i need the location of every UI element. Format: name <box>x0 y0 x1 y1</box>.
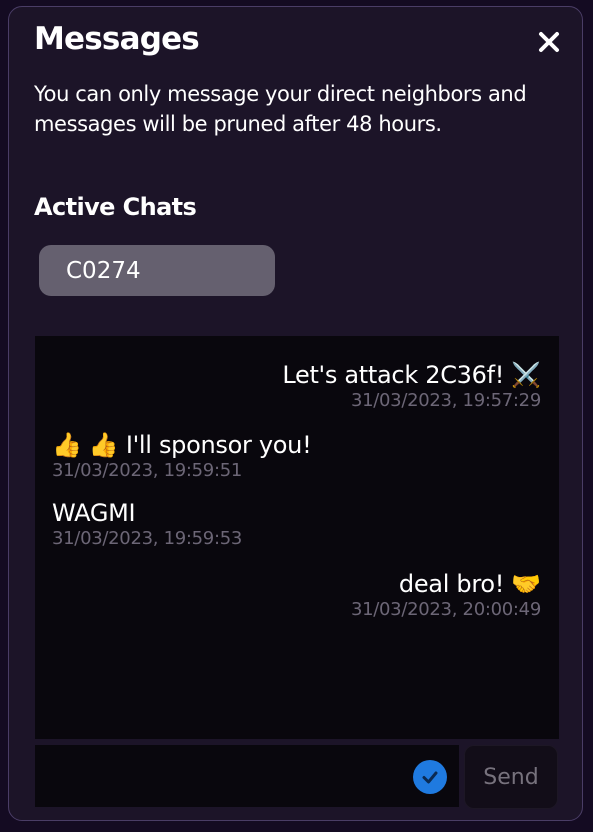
close-button[interactable] <box>536 29 562 55</box>
message-item: Let's attack 2C36f! ⚔️ 31/03/2023, 19:57… <box>35 360 541 412</box>
close-icon <box>539 32 559 52</box>
message-text: WAGMI <box>52 499 136 527</box>
panel-description: You can only message your direct neighbo… <box>34 82 527 136</box>
message-input[interactable] <box>35 745 405 807</box>
message-timestamp: 31/03/2023, 19:57:29 <box>350 390 541 411</box>
send-button[interactable]: Send <box>464 745 558 809</box>
message-item: 👍 👍 I'll sponsor you! 31/03/2023, 19:59:… <box>52 430 558 482</box>
messages-panel: Messages You can only message your direc… <box>8 6 583 821</box>
active-chats-heading: Active Chats <box>34 193 197 221</box>
message-text: 👍 👍 I'll sponsor you! <box>52 431 312 459</box>
message-item: deal bro! 🤝 31/03/2023, 20:00:49 <box>35 569 541 621</box>
message-timestamp: 31/03/2023, 20:00:49 <box>350 599 541 620</box>
panel-title: Messages <box>34 21 200 57</box>
message-text: Let's attack 2C36f! ⚔️ <box>282 361 541 389</box>
checkmark-icon <box>422 771 438 784</box>
message-item: WAGMI 31/03/2023, 19:59:53 <box>52 498 558 550</box>
active-chat-item[interactable]: C0274 <box>39 245 275 296</box>
message-list[interactable]: Let's attack 2C36f! ⚔️ 31/03/2023, 19:57… <box>35 336 559 739</box>
message-timestamp: 31/03/2023, 19:59:53 <box>52 528 243 549</box>
check-circle-icon[interactable] <box>413 760 447 794</box>
message-timestamp: 31/03/2023, 19:59:51 <box>52 460 243 481</box>
message-composer <box>35 745 459 807</box>
message-text: deal bro! 🤝 <box>398 570 541 598</box>
